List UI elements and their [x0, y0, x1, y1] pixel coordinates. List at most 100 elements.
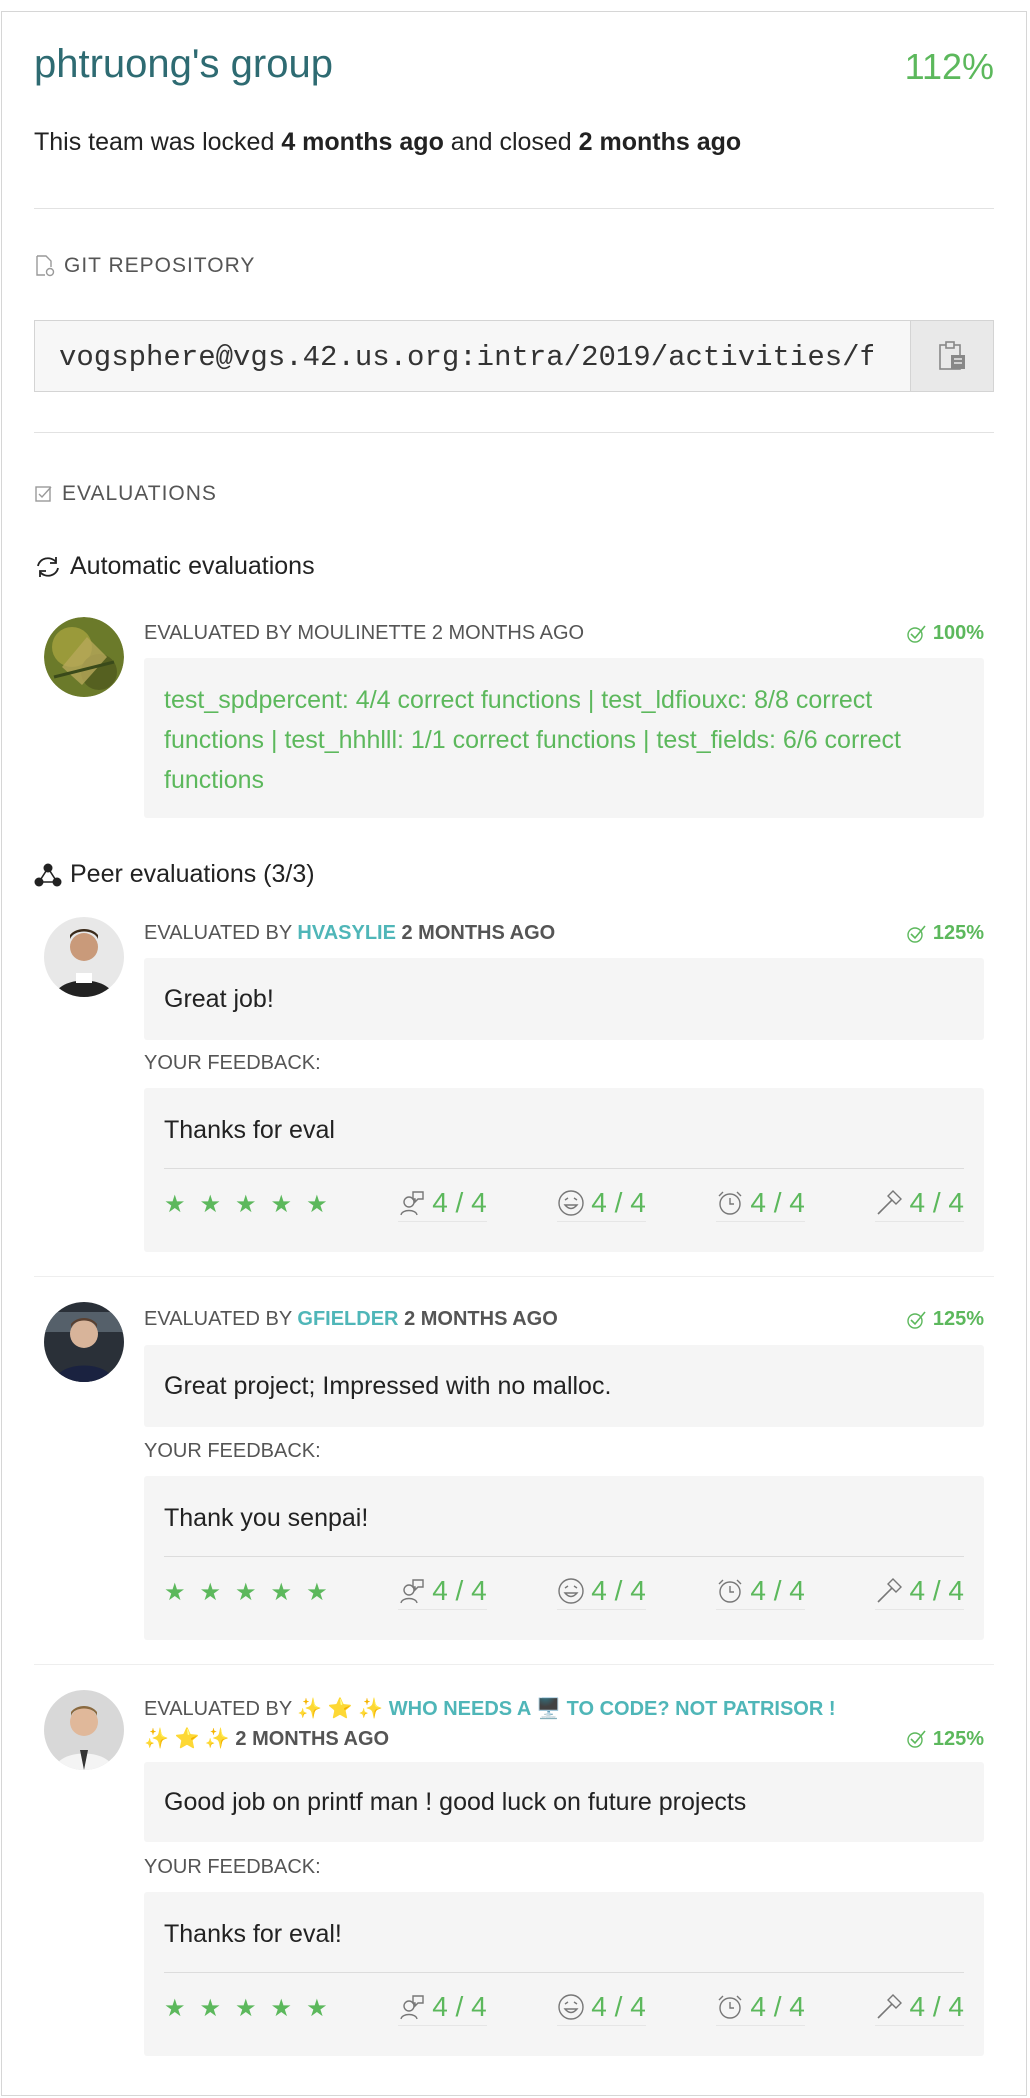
evaluated-by-label: EVALUATED BY	[144, 1308, 298, 1330]
peer-eval-score: 125%	[905, 1308, 984, 1331]
feedback-text: Thank you senpai!	[164, 1504, 369, 1532]
rating-punctuality: 4 / 4	[716, 1186, 805, 1222]
feedback-text: Thanks for eval!	[164, 1920, 342, 1948]
rating-punctuality: 4 / 4	[716, 1574, 805, 1610]
rating-friendly-value: 4 / 4	[591, 1990, 646, 2022]
smiley-icon	[558, 1577, 584, 1604]
star-icon: ★	[306, 1190, 328, 1218]
rating-nice-value: 4 / 4	[432, 1186, 487, 1218]
feedback-text: Thanks for eval	[164, 1116, 335, 1144]
feedback-box: Thanks for eval ★ ★ ★ ★ ★ 4 / 4 4 / 4 4 / 4 …	[144, 1088, 984, 1252]
evaluator-avatar[interactable]	[44, 917, 124, 997]
evaluation-time: 2 MONTHS AGO	[398, 1308, 558, 1330]
evaluator-login[interactable]: HVASYLIE	[297, 922, 396, 944]
divider	[34, 1664, 994, 1665]
rating-rigor-value: 4 / 4	[909, 1186, 964, 1218]
rating-punctuality-value: 4 / 4	[750, 1574, 805, 1606]
rating-rigor-value: 4 / 4	[909, 1990, 964, 2022]
star-icon: ★	[164, 1578, 186, 1606]
hammer-icon	[877, 1993, 903, 2019]
evaluated-by-label: EVALUATED BY	[144, 922, 298, 944]
automatic-evaluations-label: Automatic evaluations	[70, 552, 315, 580]
feedback-ratings: ★ ★ ★ ★ ★ 4 / 4 4 / 4 4 / 4 4 / 4	[164, 1572, 964, 1612]
star-icon: ★	[164, 1190, 186, 1218]
your-feedback-label: YOUR FEEDBACK:	[144, 1856, 321, 1878]
star-icon: ★	[199, 1578, 222, 1606]
star-icon: ★	[235, 1994, 257, 2022]
rating-friendly: 4 / 4	[557, 1990, 646, 2026]
evaluation-time: 2 MONTHS AGO	[229, 1728, 390, 1750]
star-icon: ★	[270, 1190, 293, 1218]
auto-eval-score: 100%	[905, 622, 984, 645]
evaluation-time: 2 MONTHS AGO	[395, 922, 556, 944]
rating-rigor: 4 / 4	[875, 1990, 964, 2026]
speech-person-icon	[400, 1994, 424, 2019]
check-circle-icon	[907, 1310, 926, 1329]
rating-punctuality-value: 4 / 4	[750, 1186, 805, 1218]
evaluator-comment: Good job on printf man ! good luck on fu…	[144, 1762, 984, 1842]
divider	[34, 208, 994, 209]
check-circle-icon	[907, 924, 926, 943]
moulinette-avatar[interactable]	[44, 617, 124, 697]
star-icon: ★	[199, 1190, 222, 1218]
peer-eval-meta: EVALUATED BY HVASYLIE 2 MONTHS AGO 125%	[144, 922, 984, 945]
git-section-label: GIT REPOSITORY	[64, 254, 256, 277]
smiley-icon	[558, 1993, 584, 2020]
peer-eval-percent: 125%	[932, 922, 984, 944]
rating-punctuality: 4 / 4	[716, 1990, 805, 2026]
speech-person-icon	[400, 1578, 424, 1603]
divider	[34, 432, 994, 433]
star-rating: ★ ★ ★ ★ ★	[164, 1190, 328, 1219]
evaluations-section-title: EVALUATIONS	[34, 482, 217, 506]
git-url[interactable]: vogsphere@vgs.42.us.org:intra/2019/activ…	[59, 341, 873, 374]
evaluations-section-label: EVALUATIONS	[62, 482, 217, 505]
rating-punctuality-value: 4 / 4	[750, 1990, 805, 2022]
rating-nice-value: 4 / 4	[432, 1574, 487, 1606]
star-icon: ★	[235, 1190, 257, 1218]
team-percent: 112%	[904, 46, 994, 87]
feedback-ratings: ★ ★ ★ ★ ★ 4 / 4 4 / 4 4 / 4 4 / 4	[164, 1184, 964, 1224]
peer-eval-score: 125%	[905, 922, 984, 945]
alarm-clock-icon	[718, 1579, 742, 1603]
git-repository-field[interactable]: vogsphere@vgs.42.us.org:intra/2019/activ…	[34, 320, 994, 392]
rating-nice: 4 / 4	[398, 1991, 487, 2026]
copy-button[interactable]	[910, 321, 993, 391]
peer-evaluations-label: Peer evaluations (3/3)	[70, 860, 315, 888]
star-icon: ★	[306, 1578, 328, 1606]
git-section-title: GIT REPOSITORY	[34, 254, 255, 278]
peer-eval-meta: EVALUATED BY ✨ ⭐ ✨ WHO NEEDS A 🖥️ TO COD…	[144, 1694, 984, 1754]
evaluator-avatar[interactable]	[44, 1302, 124, 1382]
check-circle-icon	[907, 1730, 926, 1748]
feedback-box: Thanks for eval! ★ ★ ★ ★ ★ 4 / 4 4 / 4 4 / 4…	[144, 1892, 984, 2056]
your-feedback-label: YOUR FEEDBACK:	[144, 1052, 321, 1074]
status-mid: and closed	[443, 128, 579, 156]
evaluator-comment: Great job!	[144, 958, 984, 1040]
auto-eval-percent: 100%	[932, 622, 984, 644]
feedback-box: Thank you senpai! ★ ★ ★ ★ ★ 4 / 4 4 / 4 4 / …	[144, 1476, 984, 1640]
divider	[34, 1276, 994, 1277]
star-icon: ★	[164, 1994, 186, 2022]
check-circle-icon	[907, 624, 926, 643]
evaluator-login[interactable]: GFIELDER	[297, 1308, 398, 1330]
peer-eval-percent: 125%	[932, 1728, 984, 1750]
speech-person-icon	[400, 1190, 424, 1215]
smiley-icon	[558, 1189, 584, 1216]
star-icon: ★	[270, 1578, 293, 1606]
rating-friendly-value: 4 / 4	[591, 1574, 646, 1606]
divider	[164, 1556, 964, 1557]
rating-nice: 4 / 4	[398, 1574, 487, 1610]
feedback-ratings: ★ ★ ★ ★ ★ 4 / 4 4 / 4 4 / 4 4 / 4	[164, 1988, 964, 2028]
evaluator-comment: Great project; Impressed with no malloc.	[144, 1345, 984, 1427]
refresh-icon	[37, 556, 59, 577]
star-rating: ★ ★ ★ ★ ★	[164, 1578, 328, 1607]
alarm-clock-icon	[718, 1191, 742, 1215]
divider	[164, 1168, 964, 1169]
evaluator-avatar[interactable]	[44, 1690, 124, 1770]
star-icon: ★	[270, 1994, 293, 2022]
status-prefix: This team was locked	[34, 128, 282, 156]
network-icon	[34, 863, 62, 886]
rating-rigor: 4 / 4	[875, 1186, 964, 1222]
rating-nice: 4 / 4	[398, 1186, 487, 1222]
peer-eval-percent: 125%	[932, 1308, 984, 1330]
star-rating: ★ ★ ★ ★ ★	[164, 1994, 328, 2023]
